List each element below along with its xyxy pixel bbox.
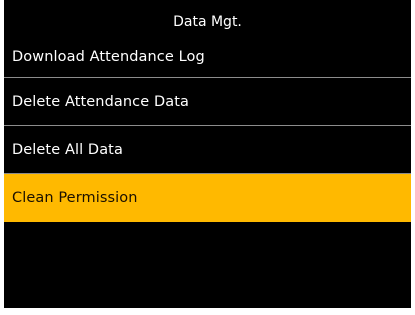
menu-item-download-attendance-log[interactable]: Download Attendance Log [4, 37, 411, 78]
menu-item-label: Download Attendance Log [12, 49, 205, 65]
device-screen: Data Mgt. Download Attendance Log Delete… [4, 0, 411, 308]
data-management-menu: Download Attendance Log Delete Attendanc… [4, 37, 411, 222]
menu-item-clean-permission[interactable]: Clean Permission [4, 174, 411, 222]
page-title: Data Mgt. [173, 14, 242, 30]
menu-item-label: Delete All Data [12, 141, 123, 158]
menu-item-delete-all-data[interactable]: Delete All Data [4, 126, 411, 174]
menu-item-label: Delete Attendance Data [12, 93, 189, 110]
menu-item-label: Clean Permission [12, 189, 138, 206]
menu-item-delete-attendance-data[interactable]: Delete Attendance Data [4, 78, 411, 126]
